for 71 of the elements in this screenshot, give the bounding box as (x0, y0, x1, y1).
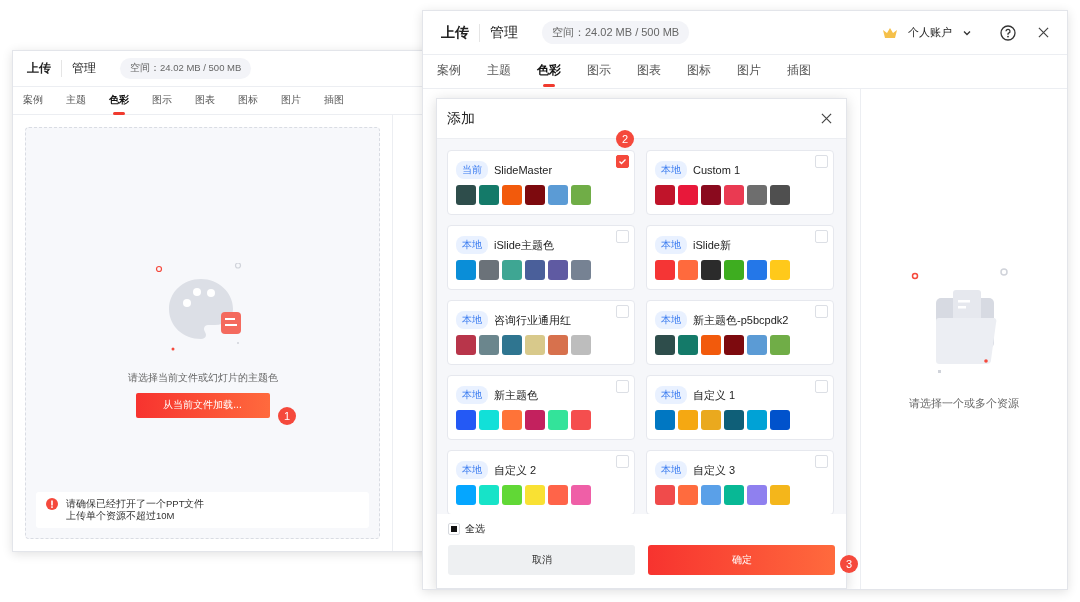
step-badge: 2 (616, 130, 634, 148)
category-tab[interactable]: 案例 (437, 58, 461, 85)
close-icon[interactable] (821, 113, 832, 124)
theme-name: 自定义 1 (693, 387, 736, 403)
theme-card[interactable]: 本地 咨询行业通用红 (447, 300, 635, 365)
square-icon (451, 526, 457, 532)
category-tab[interactable]: 图示 (587, 58, 611, 85)
category-tab[interactable]: 插图 (324, 88, 344, 113)
theme-card[interactable]: 本地 自定义 1 (646, 375, 834, 440)
source-tag: 本地 (655, 311, 687, 329)
source-tag: 本地 (456, 386, 488, 404)
theme-name: iSlide新 (693, 237, 731, 253)
theme-card[interactable]: 本地 自定义 2 (447, 450, 635, 514)
help-icon[interactable] (1000, 24, 1016, 41)
info-icon (46, 498, 58, 510)
category-tab[interactable]: 图标 (238, 88, 258, 113)
source-tag: 本地 (456, 311, 488, 329)
theme-name: iSlide主题色 (494, 237, 554, 253)
crown-icon (882, 26, 898, 39)
theme-card[interactable]: 本地 iSlide新 (646, 225, 834, 290)
close-icon[interactable] (1038, 27, 1049, 38)
theme-card[interactable]: 本地 自定义 3 (646, 450, 834, 514)
source-tag: 本地 (456, 236, 488, 254)
theme-card[interactable]: 当前 SlideMaster (447, 150, 635, 215)
category-tab[interactable]: 案例 (23, 88, 43, 113)
theme-name: SlideMaster (494, 164, 553, 176)
theme-name: 咨询行业通用红 (494, 312, 571, 328)
theme-card[interactable]: 本地 新主题色-p5bcpdk2 (646, 300, 834, 365)
step-badge: 3 (840, 555, 858, 573)
nav-tab[interactable]: 上传 (441, 23, 480, 42)
source-tag: 本地 (655, 386, 687, 404)
notice-text: 请确保已经打开了一个PPT文件 (66, 498, 205, 510)
category-tab[interactable]: 图标 (687, 58, 711, 85)
nav-tab[interactable]: 管理 (490, 23, 528, 42)
theme-card[interactable]: 本地 新主题色 (447, 375, 635, 440)
category-tab[interactable]: 图片 (281, 88, 301, 113)
theme-name: 新主题色 (494, 387, 538, 403)
category-tab[interactable]: 图表 (637, 58, 661, 85)
storage-usage: 空间：24.02 MB / 500 MB (120, 58, 252, 79)
checkbox[interactable] (616, 155, 629, 168)
check-icon (618, 157, 627, 166)
theme-name: 自定义 3 (693, 462, 736, 478)
source-tag: 本地 (655, 236, 687, 254)
theme-card[interactable]: 本地 Custom 1 (646, 150, 834, 215)
source-tag: 本地 (655, 461, 687, 479)
category-tab[interactable]: 图片 (737, 58, 761, 85)
theme-name: Custom 1 (693, 164, 741, 176)
theme-card[interactable]: 本地 iSlide主题色 (447, 225, 635, 290)
prompt-text: 请选择当前文件或幻灯片的主题色 (127, 370, 278, 385)
account-menu[interactable]: 个人账户 (908, 25, 952, 40)
notice-text: 上传单个资源不超过10M (66, 510, 176, 522)
cancel-button[interactable]: 取消 (448, 545, 635, 575)
theme-name: 新主题色-p5bcpdk2 (693, 312, 789, 328)
source-tag: 本地 (456, 461, 488, 479)
category-tab[interactable]: 图示 (152, 88, 172, 113)
select-all-checkbox[interactable]: 全选 (448, 522, 835, 536)
category-tab[interactable]: 主题 (487, 58, 511, 85)
source-tag: 当前 (456, 161, 488, 179)
source-tag: 本地 (655, 161, 687, 179)
empty-text: 请选择一个或多个资源 (909, 395, 1019, 411)
category-tab[interactable]: 主题 (66, 88, 86, 113)
category-tab[interactable]: 插图 (787, 58, 811, 85)
theme-name: 自定义 2 (494, 462, 537, 478)
category-tab[interactable]: 色彩 (537, 58, 561, 85)
step-badge: 1 (278, 407, 296, 425)
dialog-title: 添加 (447, 109, 475, 128)
nav-tab[interactable]: 管理 (72, 60, 106, 77)
category-tab[interactable]: 图表 (195, 88, 215, 113)
storage-usage: 空间：24.02 MB / 500 MB (542, 21, 690, 44)
nav-tab[interactable]: 上传 (27, 60, 62, 77)
category-tab[interactable]: 色彩 (109, 88, 129, 113)
